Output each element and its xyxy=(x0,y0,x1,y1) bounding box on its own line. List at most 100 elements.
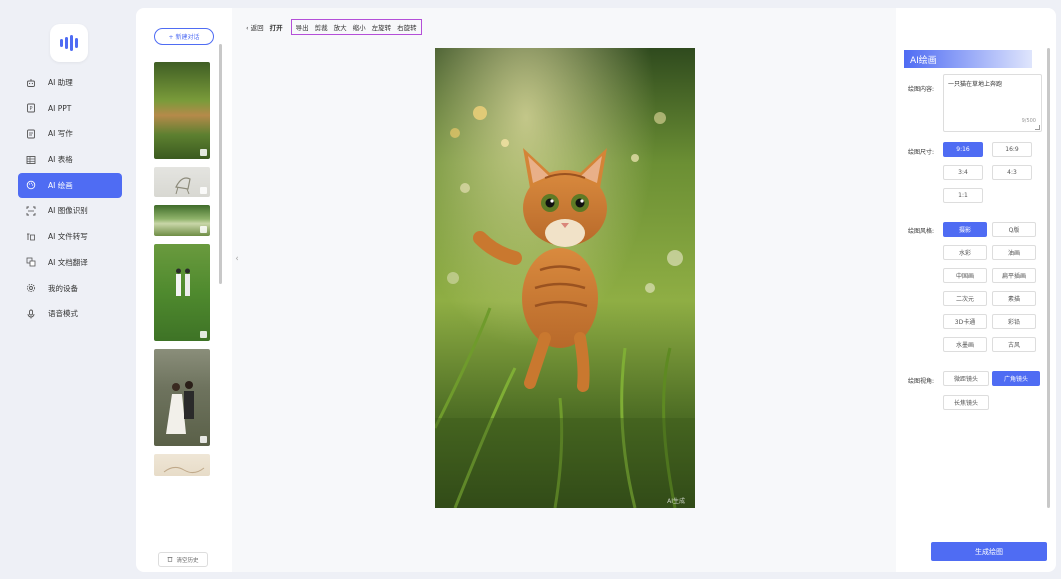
panel-title: AI绘画 xyxy=(904,50,1032,68)
rotate-right-button[interactable]: 右旋转 xyxy=(397,22,417,32)
view-option-macro-lens[interactable]: 微距镜头 xyxy=(943,371,989,386)
svg-text:P: P xyxy=(29,106,32,112)
style-option-3d-cartoon[interactable]: 3D卡通 xyxy=(943,314,987,329)
resize-grip-icon[interactable] xyxy=(1035,125,1040,130)
size-option-1-1[interactable]: 1:1 xyxy=(943,188,983,203)
generate-button[interactable]: 生成绘图 xyxy=(931,542,1047,561)
sidebar-item-label: AI 表格 xyxy=(48,155,73,165)
zoom-out-button[interactable]: 缩小 xyxy=(353,22,366,32)
size-option-16-9[interactable]: 16:9 xyxy=(992,142,1032,157)
document-icon xyxy=(26,129,36,139)
prompt-text: 一只猫在草地上奔跑 xyxy=(948,81,1003,88)
copy-icon[interactable] xyxy=(200,331,207,338)
sidebar-item-my-devices[interactable]: 我的设备 xyxy=(18,276,122,301)
clear-history-button[interactable]: 清空历史 xyxy=(158,552,208,567)
zoom-in-button[interactable]: 放大 xyxy=(334,22,347,32)
copy-icon[interactable] xyxy=(200,187,207,194)
robot-icon xyxy=(26,78,36,88)
sidebar-item-label: 我的设备 xyxy=(48,283,78,293)
sidebar-item-ai-table[interactable]: AI 表格 xyxy=(18,147,122,172)
history-thumb-chair[interactable] xyxy=(154,167,210,197)
generated-image[interactable]: AI生成 xyxy=(435,48,695,508)
copy-icon[interactable] xyxy=(200,436,207,443)
sidebar-item-ai-painting[interactable]: AI 绘画 xyxy=(18,172,122,198)
sidebar-item-label: AI 绘画 xyxy=(48,180,73,190)
history-panel: + 新建对话 清空历史 xyxy=(136,8,232,572)
new-chat-button[interactable]: + 新建对话 xyxy=(154,28,214,45)
couple-image xyxy=(176,268,190,296)
image-watermark: AI生成 xyxy=(667,498,685,505)
chevron-left-icon: ‹ xyxy=(235,254,239,264)
sidebar-item-ai-image-recognition[interactable]: AI 图像识别 xyxy=(18,198,122,223)
style-option-photography[interactable]: 摄影 xyxy=(943,222,987,237)
gear-icon xyxy=(26,283,36,293)
ppt-icon: P xyxy=(26,103,36,113)
style-option-flat-illustration[interactable]: 扁平插画 xyxy=(992,268,1036,283)
style-option-oil-painting[interactable]: 油画 xyxy=(992,245,1036,260)
back-label: 返回 xyxy=(250,24,264,32)
size-option-4-3[interactable]: 4:3 xyxy=(992,165,1032,180)
style-option-ink-painting[interactable]: 水墨画 xyxy=(943,337,987,352)
style-option-anime[interactable]: 二次元 xyxy=(943,291,987,306)
size-label: 绘图尺寸: xyxy=(908,149,935,156)
copy-icon[interactable] xyxy=(200,226,207,233)
clear-history-label: 清空历史 xyxy=(176,557,199,564)
view-label: 绘图视角: xyxy=(908,378,935,385)
sidebar-item-label: AI PPT xyxy=(48,103,72,113)
back-button[interactable]: ‹ 返回 xyxy=(246,22,264,32)
view-option-telephoto-lens[interactable]: 长焦镜头 xyxy=(943,395,989,410)
history-scrollbar[interactable] xyxy=(219,44,222,284)
style-option-chinese-painting[interactable]: 中国画 xyxy=(943,268,987,283)
size-option-9-16[interactable]: 9:16 xyxy=(943,142,983,157)
scan-icon xyxy=(26,206,36,216)
ai-painting-panel: AI绘画 绘图内容: 一只猫在草地上奔跑 9/500 绘图尺寸: 9:16 16… xyxy=(896,8,1056,572)
sidebar-item-label: 语音模式 xyxy=(48,309,78,319)
history-thumb-wedding[interactable] xyxy=(154,349,210,446)
prompt-input[interactable]: 一只猫在草地上奔跑 9/500 xyxy=(943,74,1042,132)
open-button[interactable]: 打开 xyxy=(270,22,283,32)
sidebar-item-label: AI 图像识别 xyxy=(48,206,88,216)
view-option-wide-angle-lens[interactable]: 广角镜头 xyxy=(992,371,1040,386)
history-thumb-cat[interactable] xyxy=(154,62,210,159)
rotate-left-button[interactable]: 左旋转 xyxy=(372,22,392,32)
export-button[interactable]: 导出 xyxy=(296,22,309,32)
sidebar-item-voice-mode[interactable]: 语音模式 xyxy=(18,301,122,326)
nav-list: AI 助理 P AI PPT AI 写作 AI 表格 AI 绘画 AI 图像识别… xyxy=(18,70,122,327)
sidebar-item-label: AI 写作 xyxy=(48,129,73,139)
canvas-area: ‹ 返回 打开 导出 剪裁 放大 缩小 左旋转 右旋转 ‹ AI生成 xyxy=(232,8,896,572)
sidebar-item-label: AI 助理 xyxy=(48,78,73,87)
sidebar-item-ai-writing[interactable]: AI 写作 xyxy=(18,121,122,146)
collapse-history-handle[interactable]: ‹ xyxy=(232,244,242,274)
app-logo[interactable] xyxy=(50,24,88,62)
sidebar: AI 助理 P AI PPT AI 写作 AI 表格 AI 绘画 AI 图像识别… xyxy=(8,8,126,574)
crop-button[interactable]: 剪裁 xyxy=(315,22,328,32)
style-option-sketch[interactable]: 素描 xyxy=(992,291,1036,306)
sketch-image xyxy=(163,466,205,474)
table-icon xyxy=(26,155,36,165)
sidebar-item-label: AI 文件转写 xyxy=(48,232,88,242)
size-option-3-4[interactable]: 3:4 xyxy=(943,165,983,180)
history-thumb-sketch[interactable] xyxy=(154,454,210,476)
microphone-icon xyxy=(26,309,36,319)
copy-icon[interactable] xyxy=(200,149,207,156)
style-option-watercolor[interactable]: 水彩 xyxy=(943,245,987,260)
style-option-ancient-style[interactable]: 古风 xyxy=(992,337,1036,352)
history-thumb-couple-field[interactable] xyxy=(154,244,210,341)
sidebar-item-ai-assistant[interactable]: AI 助理 xyxy=(18,70,122,95)
style-label: 绘图风格: xyxy=(908,228,935,235)
style-option-colored-pencil[interactable]: 彩铅 xyxy=(992,314,1036,329)
translate-icon xyxy=(26,257,36,267)
style-option-q-version[interactable]: Q版 xyxy=(992,222,1036,237)
panel-scrollbar[interactable] xyxy=(1047,48,1050,508)
char-count: 9/500 xyxy=(1021,118,1036,124)
wedding-image xyxy=(166,381,194,434)
trash-icon xyxy=(167,556,173,564)
palette-icon xyxy=(26,180,36,190)
sidebar-item-ai-file-transcribe[interactable]: AI 文件转写 xyxy=(18,224,122,249)
transcribe-icon xyxy=(26,232,36,242)
content-label: 绘图内容: xyxy=(908,86,935,93)
sidebar-item-ai-ppt[interactable]: P AI PPT xyxy=(18,96,122,121)
sidebar-item-ai-doc-translate[interactable]: AI 文档翻译 xyxy=(18,250,122,275)
history-thumb-couple-park[interactable] xyxy=(154,205,210,236)
history-thumbnails xyxy=(154,62,210,484)
